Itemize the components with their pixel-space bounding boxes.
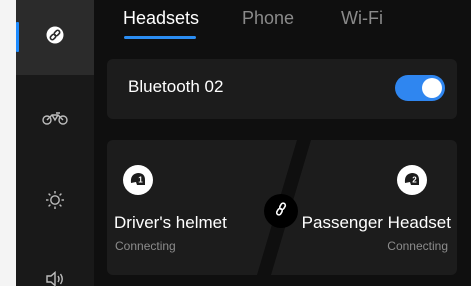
passenger-title[interactable]: Passenger Headset — [302, 213, 451, 233]
motorcycle-icon — [42, 111, 68, 130]
device-row: Bluetooth 02 — [107, 59, 457, 119]
driver-title[interactable]: Driver's helmet — [114, 213, 227, 233]
sidebar-item-display[interactable] — [16, 182, 94, 222]
pair-link-button[interactable] — [264, 194, 298, 228]
tab-wifi[interactable]: Wi-Fi — [341, 8, 383, 29]
helmet-icon: 1 — [123, 165, 153, 195]
sidebar-item-vehicle[interactable] — [16, 100, 94, 140]
bluetooth-toggle[interactable] — [395, 75, 445, 101]
passenger-badge: 2 — [412, 176, 417, 185]
passenger-status: Connecting — [387, 239, 448, 253]
driver-status: Connecting — [115, 239, 176, 253]
sidebar — [16, 0, 94, 287]
device-name: Bluetooth 02 — [128, 77, 224, 96]
driver-badge: 1 — [138, 176, 143, 185]
toggle-knob — [422, 78, 442, 98]
brightness-icon — [45, 190, 65, 215]
helmet-icon: 2 — [397, 165, 427, 195]
link-icon — [46, 26, 64, 49]
window-edge — [0, 0, 16, 286]
tab-phone[interactable]: Phone — [242, 8, 294, 29]
pairing-card: 1 Driver's helmet Connecting 2 Passenger… — [107, 140, 457, 275]
sidebar-item-connections[interactable] — [16, 0, 94, 75]
main-panel: Headsets Phone Wi-Fi Bluetooth 02 1 Driv… — [94, 0, 471, 286]
app-window: Headsets Phone Wi-Fi Bluetooth 02 1 Driv… — [0, 0, 471, 287]
active-indicator — [16, 22, 19, 52]
sidebar-item-audio[interactable] — [16, 266, 94, 296]
volume-icon — [45, 270, 65, 292]
tab-active-underline — [124, 36, 196, 39]
tab-headsets[interactable]: Headsets — [123, 8, 199, 29]
link-icon — [272, 200, 290, 223]
